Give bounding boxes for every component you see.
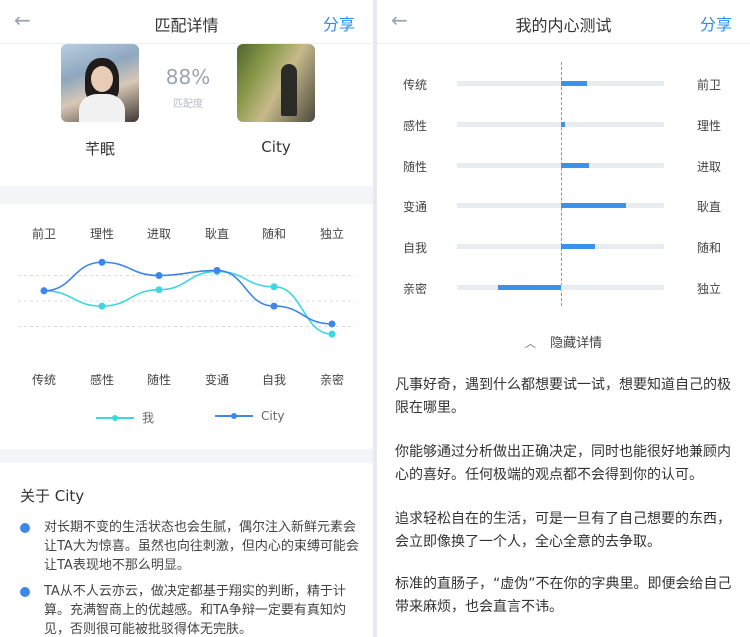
series-line bbox=[43, 261, 333, 325]
test-bar bbox=[497, 285, 561, 290]
data-point bbox=[328, 330, 336, 338]
nav-bar: ← 匹配详情 分享 bbox=[0, 0, 373, 44]
legend-city-label: City bbox=[261, 409, 285, 423]
test-left-label: 变通 bbox=[403, 200, 428, 214]
test-bar bbox=[561, 244, 596, 249]
top-trait-label: 独立 bbox=[319, 227, 344, 241]
test-right-label: 进取 bbox=[697, 160, 722, 174]
test-left-label: 随性 bbox=[403, 160, 428, 174]
page-title: 我的内心测试 bbox=[515, 16, 612, 35]
test-left-label: 传统 bbox=[403, 78, 428, 92]
match-percent-label: 匹配度 bbox=[173, 99, 203, 110]
section-divider bbox=[0, 186, 373, 204]
user-b-name: City bbox=[261, 138, 291, 156]
top-trait-label: 耿直 bbox=[204, 227, 229, 241]
about-bullet: TA从不人云亦云，做决定都基于翔实的判断，精于计算。充满智商上的优越感。和TA争… bbox=[20, 582, 360, 637]
about-title: 关于 City bbox=[20, 487, 85, 505]
top-trait-label: 理性 bbox=[89, 227, 114, 241]
share-button[interactable]: 分享 bbox=[700, 11, 732, 35]
test-row: 传统 前卫 bbox=[377, 74, 750, 94]
data-point bbox=[98, 302, 106, 310]
hide-details-label: 隐藏详情 bbox=[550, 336, 603, 351]
test-right-label: 耿直 bbox=[697, 200, 722, 214]
legend-me-swatch bbox=[96, 413, 134, 423]
trait-comparison-chart bbox=[18, 258, 355, 338]
test-row: 亲密 独立 bbox=[377, 278, 750, 298]
bottom-trait-label: 变通 bbox=[204, 373, 229, 387]
bullet-dot-icon bbox=[20, 523, 30, 533]
avatar-user-b[interactable] bbox=[237, 44, 315, 122]
page-title: 匹配详情 bbox=[154, 16, 219, 35]
test-bar bbox=[561, 203, 627, 208]
legend-me: 我 bbox=[96, 409, 154, 426]
avatar-user-a[interactable] bbox=[61, 44, 139, 122]
inner-test-screen: ← 我的内心测试 分享 传统 前卫 感性 理性 随性 进取 变通 耿直 自我 随… bbox=[377, 0, 750, 637]
data-point bbox=[98, 258, 106, 266]
about-bullet-text: TA从不人云亦云，做决定都基于翔实的判断，精于计算。充满智商上的优越感。和TA争… bbox=[44, 584, 346, 637]
test-bar bbox=[561, 163, 589, 168]
bullet-dot-icon bbox=[20, 587, 30, 597]
result-paragraph: 你能够通过分析做出正确决定，同时也能很好地兼顾内心的喜好。任何极端的观点都不会得… bbox=[395, 444, 731, 483]
test-left-label: 感性 bbox=[403, 119, 428, 133]
test-row: 随性 进取 bbox=[377, 156, 750, 176]
bottom-trait-label: 感性 bbox=[89, 373, 114, 387]
nav-bar: ← 我的内心测试 分享 bbox=[377, 0, 750, 44]
bottom-trait-label: 随性 bbox=[146, 373, 171, 387]
result-paragraph: 凡事好奇，遇到什么都想要试一试，想要知道自己的极限在哪里。 bbox=[395, 377, 731, 416]
top-trait-label: 随和 bbox=[261, 227, 286, 241]
legend-me-label: 我 bbox=[142, 411, 155, 425]
test-right-label: 随和 bbox=[697, 241, 722, 255]
center-axis-line bbox=[561, 62, 562, 306]
test-row: 感性 理性 bbox=[377, 115, 750, 135]
legend-city: City bbox=[215, 409, 285, 423]
data-point bbox=[213, 266, 221, 274]
test-left-label: 自我 bbox=[403, 241, 428, 255]
about-bullet: 对长期不变的生活状态也会生腻，偶尔注入新鲜元素会让TA大为惊喜。虽然也向往刺激，… bbox=[20, 518, 360, 575]
result-paragraph: 标准的直肠子，“虚伪”不在你的字典里。即便会给自己带来麻烦，也会直言不讳。 bbox=[395, 576, 732, 615]
data-point bbox=[270, 283, 278, 291]
chevron-up-icon: ︿ bbox=[524, 337, 536, 350]
test-row: 自我 随和 bbox=[377, 237, 750, 257]
share-button[interactable]: 分享 bbox=[323, 11, 355, 35]
about-bullet-text: 对长期不变的生活状态也会生腻，偶尔注入新鲜元素会让TA大为惊喜。虽然也向往刺激，… bbox=[44, 520, 359, 573]
bottom-trait-label: 自我 bbox=[261, 373, 286, 387]
test-row: 变通 耿直 bbox=[377, 196, 750, 216]
test-right-label: 独立 bbox=[697, 282, 722, 296]
top-trait-label: 进取 bbox=[146, 227, 171, 241]
data-point bbox=[40, 287, 48, 295]
data-point bbox=[155, 272, 163, 279]
test-bar bbox=[561, 81, 587, 86]
test-right-label: 前卫 bbox=[697, 78, 722, 92]
test-bar bbox=[561, 122, 566, 127]
series-line bbox=[43, 270, 333, 335]
data-point bbox=[328, 320, 336, 328]
bottom-trait-label: 亲密 bbox=[319, 373, 344, 387]
match-details-screen: ← 匹配详情 分享 88% 匹配度 芊眠 City 前卫 理性 进取 耿直 随和… bbox=[0, 0, 373, 637]
hide-details-button[interactable]: ︿ 隐藏详情 bbox=[377, 332, 750, 351]
match-percent: 88% bbox=[165, 65, 211, 89]
data-point bbox=[270, 302, 278, 310]
test-left-label: 亲密 bbox=[403, 282, 428, 296]
top-trait-label: 前卫 bbox=[31, 227, 56, 241]
section-divider bbox=[0, 449, 373, 463]
user-a-name: 芊眠 bbox=[84, 140, 115, 158]
test-right-label: 理性 bbox=[697, 119, 722, 133]
legend-city-swatch bbox=[215, 411, 253, 421]
data-point bbox=[155, 286, 163, 294]
bottom-trait-label: 传统 bbox=[31, 373, 56, 387]
result-paragraph: 追求轻松自在的生活，可是一旦有了自己想要的东西，会立即像换了一个人，全心全意的去… bbox=[395, 511, 731, 550]
